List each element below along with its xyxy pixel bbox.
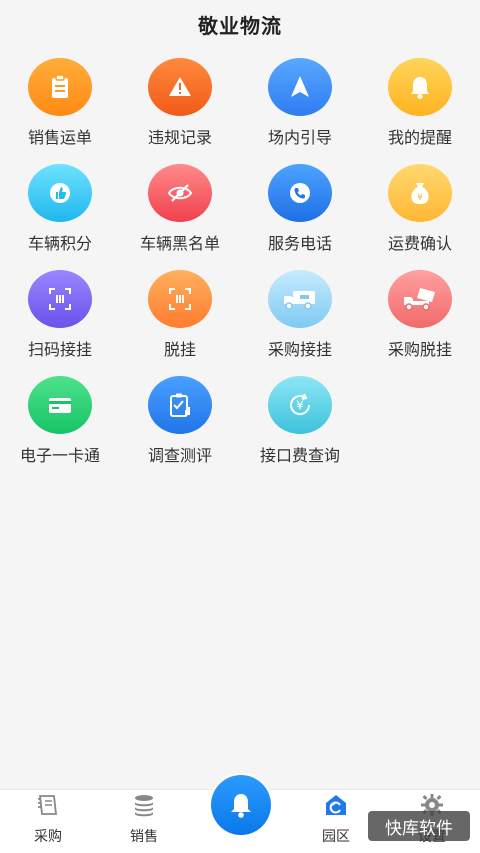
scan-icon [28,270,92,328]
park-home-icon [326,795,346,815]
menu-item-vehicle-points[interactable]: 车辆积分 [0,158,120,264]
coin-stack-icon [135,795,153,817]
menu-item-e-card[interactable]: 电子一卡通 [0,370,120,476]
thumbs-up-icon [28,164,92,222]
menu-item-label: 车辆黑名单 [139,234,220,253]
bell-icon [231,794,251,818]
ledger-icon [38,795,58,815]
tab-center[interactable] [192,773,288,853]
survey-icon [148,376,212,434]
menu-item-label: 电子一卡通 [19,446,100,465]
reminder-fab-button[interactable] [209,773,273,837]
warning-icon [148,58,212,116]
menu-item-label: 采购脱挂 [387,340,452,359]
menu-item-violation-records[interactable]: 违规记录 [120,52,240,158]
menu-item-purchase-hitch[interactable]: 采购接挂 [240,264,360,370]
menu-item-unhitch[interactable]: 脱挂 [120,264,240,370]
menu-item-my-reminders[interactable]: 我的提醒 [360,52,480,158]
page-title: 敬业物流 [198,13,282,38]
svg-text:¥: ¥ [296,399,304,413]
tab-label: 销售 [130,829,158,845]
truck-icon [268,270,332,328]
menu-item-freight-confirm[interactable]: ¥ 运费确认 [360,158,480,264]
menu-item-label: 脱挂 [163,340,196,359]
menu-item-label: 违规记录 [147,128,212,147]
menu-item-survey[interactable]: 调查测评 [120,370,240,476]
svg-text:¥: ¥ [417,193,423,203]
fab-circle [211,775,271,835]
phone-icon [268,164,332,222]
menu-item-site-guidance[interactable]: 场内引导 [240,52,360,158]
menu-item-service-phone[interactable]: 服务电话 [240,158,360,264]
card-icon [28,376,92,434]
menu-item-label: 接口费查询 [259,446,340,465]
clipboard-icon [28,58,92,116]
menu-item-label: 采购接挂 [267,340,332,359]
bell-icon [388,58,452,116]
scan-icon [148,270,212,328]
menu-item-label: 场内引导 [267,128,332,147]
menu-item-vehicle-blacklist[interactable]: 车辆黑名单 [120,158,240,264]
function-grid: 销售运单 违规记录 场内引导 我的提醒 车辆积分 车辆黑名单 服务电话 ¥ 运费… [0,52,480,476]
menu-item-interface-fee-query[interactable]: ¥ 接口费查询 [240,370,360,476]
menu-item-purchase-unhitch[interactable]: 采购脱挂 [360,264,480,370]
money-bag-icon: ¥ [388,164,452,222]
menu-item-label: 销售运单 [27,128,92,147]
watermark-badge: 快库软件 [368,811,470,841]
menu-item-label: 服务电话 [267,234,332,253]
header: 敬业物流 [0,0,480,48]
yuan-refresh-icon: ¥ [268,376,332,434]
menu-item-label: 调查测评 [147,446,212,465]
eye-off-icon [148,164,212,222]
tab-sales[interactable]: 销售 [96,789,192,853]
tab-purchase[interactable]: 采购 [0,789,96,853]
menu-item-label: 车辆积分 [27,234,92,253]
navigation-arrow-icon [268,58,332,116]
menu-item-label: 我的提醒 [387,128,452,147]
menu-item-sales-waybill[interactable]: 销售运单 [0,52,120,158]
truck-icon [388,270,452,328]
menu-item-label: 扫码接挂 [27,340,92,359]
tab-label: 采购 [34,829,62,845]
menu-item-label: 运费确认 [387,234,452,253]
menu-item-scan-hitch[interactable]: 扫码接挂 [0,264,120,370]
tab-label: 园区 [322,829,350,845]
